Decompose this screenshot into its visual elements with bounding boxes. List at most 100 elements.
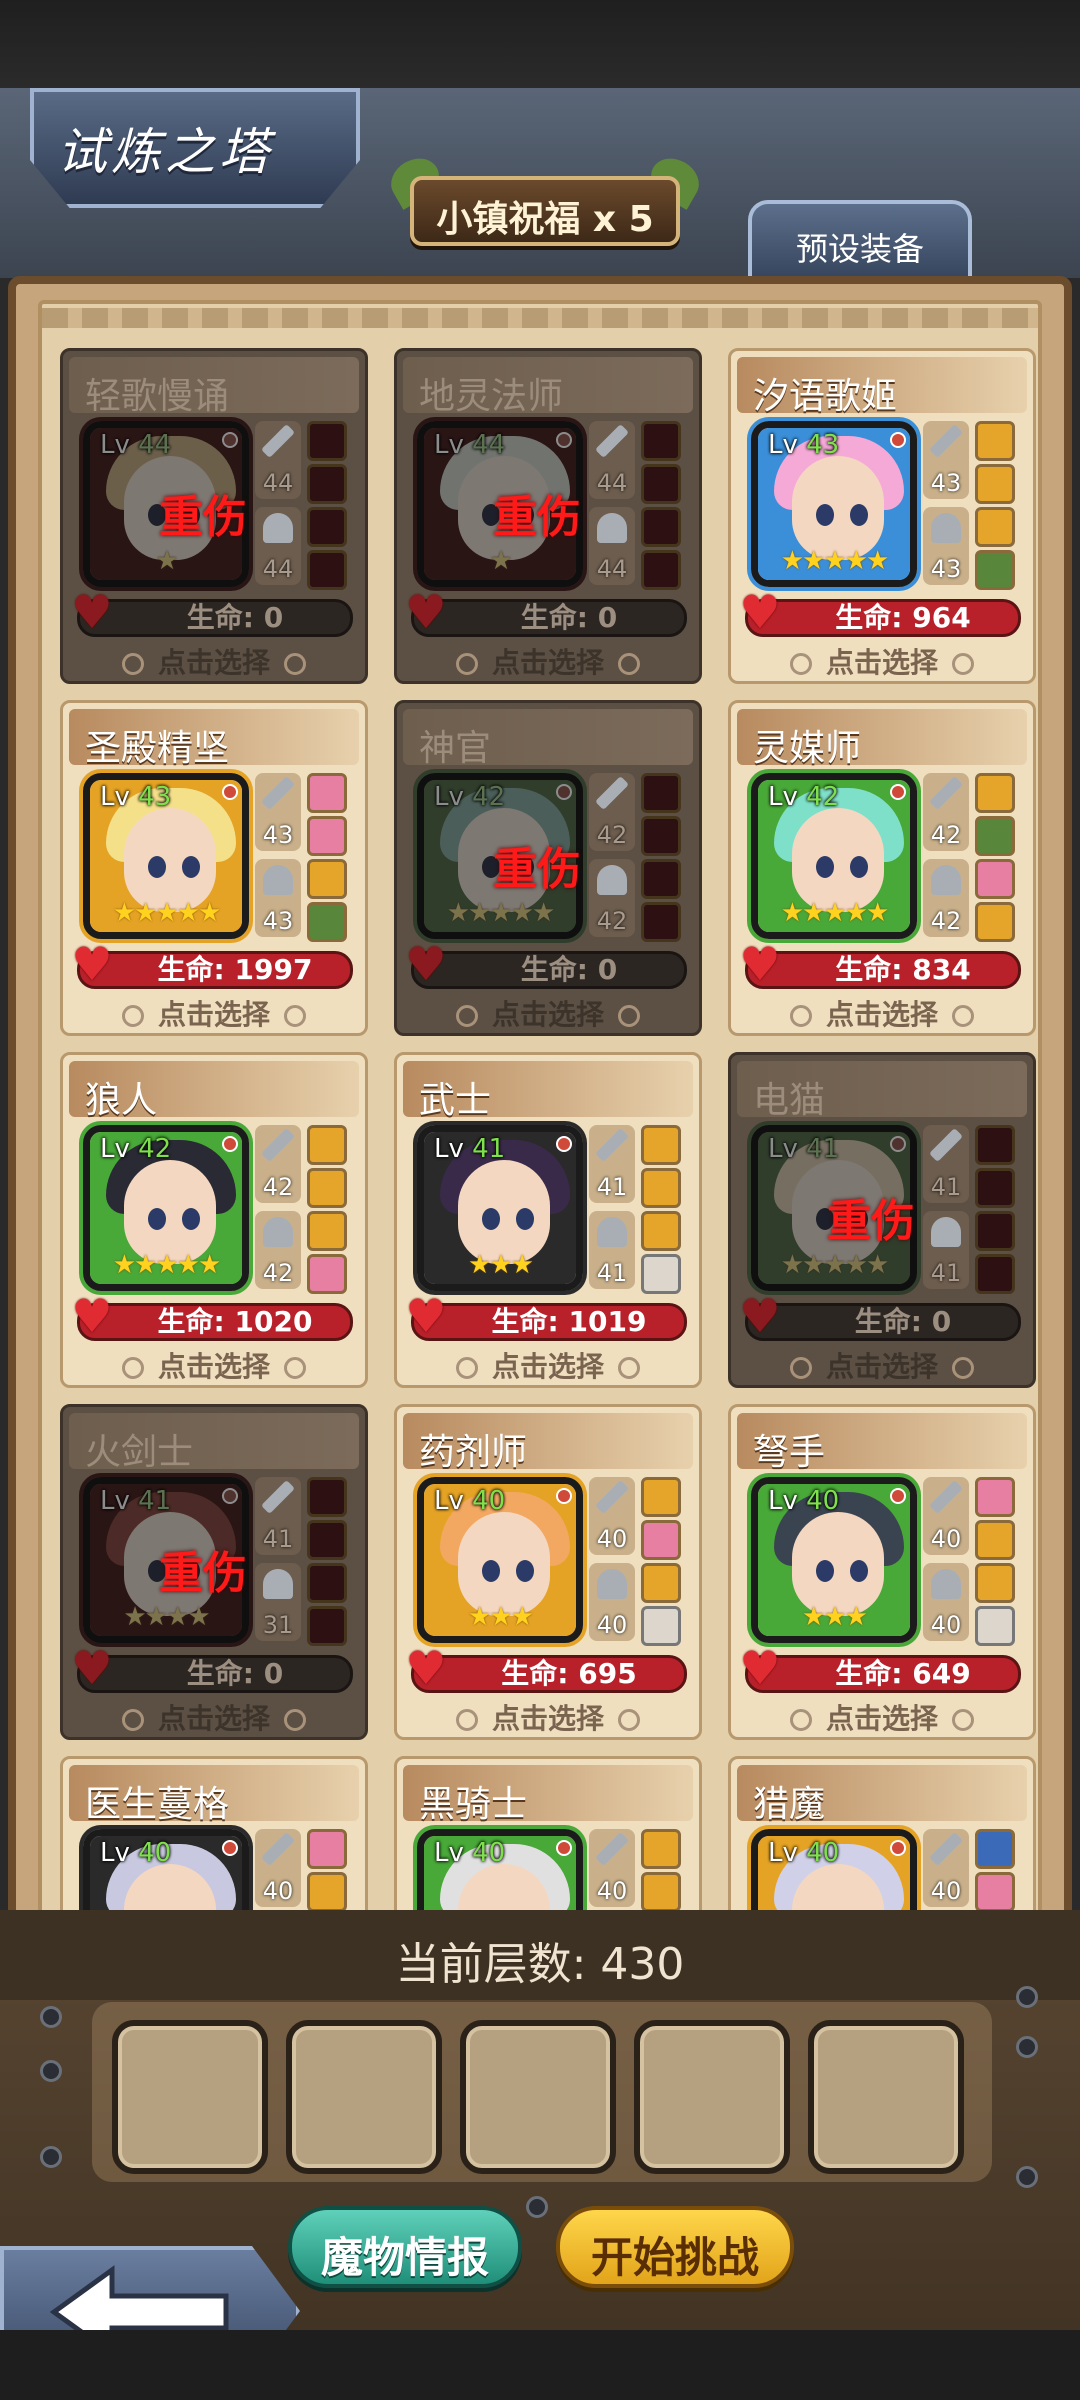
hero-card[interactable]: 地灵法师 Lv 44 ★ 重伤 44 44 生命: 0 ♥ 点击选择	[394, 348, 702, 684]
select-hero-button[interactable]: 点击选择	[63, 993, 365, 1033]
hero-card[interactable]: 火剑士 Lv 41 ★★★★ 重伤 41 31 生命: 0 ♥ 点击选择	[60, 1404, 368, 1740]
hero-card[interactable]: 药剂师 Lv 40 ★★★ 40 40 生命: 695 ♥ 点击选择	[394, 1404, 702, 1740]
heart-icon: ♥	[405, 1641, 447, 1695]
select-hero-button[interactable]: 点击选择	[731, 993, 1033, 1033]
select-hero-button[interactable]: 点击选择	[397, 1345, 699, 1385]
rune-icon	[975, 507, 1015, 547]
level-number: 40	[806, 1486, 840, 1516]
sword-icon	[595, 776, 629, 810]
circle-icon	[952, 653, 974, 675]
team-slot-3[interactable]	[460, 2020, 616, 2174]
circle-icon	[121, 1005, 144, 1027]
hero-card[interactable]: 猎魔 Lv 40 40 40	[728, 1756, 1036, 1916]
armor-slot: 42	[255, 1211, 301, 1289]
heart-icon: ♥	[71, 937, 113, 991]
team-slot-4[interactable]	[634, 2020, 790, 2174]
circle-icon	[789, 1005, 812, 1027]
circle-icon	[121, 653, 144, 675]
rune-icon	[641, 859, 681, 899]
hp-label: 生命: 695	[501, 1657, 637, 1690]
hero-name-bar: 医生蔓格	[69, 1765, 359, 1825]
select-hero-button[interactable]: 点击选择	[63, 641, 365, 681]
lock-icon	[641, 1254, 681, 1294]
select-hero-button[interactable]: 点击选择	[63, 1697, 365, 1737]
select-hero-button[interactable]: 点击选择	[397, 641, 699, 681]
hero-name-bar: 电猫	[737, 1061, 1027, 1121]
notification-dot	[556, 1488, 572, 1504]
level-prefix: Lv	[768, 782, 798, 812]
hero-name: 弩手	[753, 1432, 826, 1473]
select-hero-button[interactable]: 点击选择	[731, 1345, 1033, 1385]
heart-icon: ♥	[405, 1289, 447, 1343]
notification-dot	[556, 432, 572, 448]
hero-card[interactable]: 神官 Lv 42 ★★★★★ 重伤 42 42 生命: 0 ♥ 点击选择	[394, 700, 702, 1036]
armor-slot: 41	[923, 1211, 969, 1289]
armor-level: 42	[596, 907, 628, 935]
circle-icon	[618, 1357, 640, 1379]
notification-dot	[890, 784, 906, 800]
hero-level: Lv 40	[434, 1838, 505, 1868]
select-hero-button[interactable]: 点击选择	[731, 1697, 1033, 1737]
hero-card[interactable]: 圣殿精坚 Lv 43 ★★★★★ 43 43 生命: 1997 ♥ 点击选择	[60, 700, 368, 1036]
hp-label: 生命: 964	[835, 601, 971, 634]
portrait-eye	[816, 504, 834, 526]
team-slot-1[interactable]	[112, 2020, 268, 2174]
hero-level: Lv 40	[768, 1838, 839, 1868]
level-number: 42	[806, 782, 840, 812]
start-challenge-button[interactable]: 开始挑战	[556, 2206, 794, 2288]
select-hero-button[interactable]: 点击选择	[63, 1345, 365, 1385]
helmet-icon	[597, 1569, 627, 1599]
circle-icon	[284, 653, 306, 675]
team-slot-5[interactable]	[808, 2020, 964, 2174]
hero-card[interactable]: 狼人 Lv 42 ★★★★★ 42 42 生命: 1020 ♥ 点击选择	[60, 1052, 368, 1388]
hero-name-bar: 灵媒师	[737, 709, 1027, 769]
sword-icon	[261, 1128, 295, 1162]
rivet	[1016, 2166, 1038, 2188]
select-hero-button[interactable]: 点击选择	[397, 1697, 699, 1737]
hero-name: 灵媒师	[753, 728, 862, 769]
hero-card[interactable]: 医生蔓格 Lv 40 40 40	[60, 1756, 368, 1916]
armor-slot: 31	[255, 1563, 301, 1641]
hero-portrait: Lv 40	[83, 1829, 249, 1916]
rivet	[1016, 1986, 1038, 2008]
portrait-eye	[516, 1208, 534, 1230]
weapon-slot: 41	[923, 1125, 969, 1203]
team-slot-2[interactable]	[286, 2020, 442, 2174]
portrait-face	[124, 1160, 216, 1264]
notification-dot	[222, 1488, 238, 1504]
hero-list-area[interactable]: 轻歌慢诵 Lv 44 ★ 重伤 44 44 生命: 0 ♥ 点击选择 地灵法师 …	[38, 300, 1042, 1920]
level-prefix: Lv	[434, 1134, 464, 1164]
rune-icon	[307, 550, 347, 590]
injured-status: 重伤	[493, 492, 581, 543]
star-rating: ★★★★★	[112, 1250, 222, 1280]
hero-card[interactable]: 武士 Lv 41 ★★★ 41 41 生命: 1019 ♥ 点击选择	[394, 1052, 702, 1388]
monster-info-button[interactable]: 魔物情报	[288, 2206, 522, 2288]
hero-name-bar: 轻歌慢诵	[69, 357, 359, 417]
hero-card[interactable]: 灵媒师 Lv 42 ★★★★★ 42 42 生命: 834 ♥ 点击选择	[728, 700, 1036, 1036]
circle-icon	[455, 1709, 478, 1731]
select-hero-button[interactable]: 点击选择	[731, 641, 1033, 681]
rune-icon	[307, 421, 347, 461]
equipment-column: 42 42	[589, 773, 635, 943]
select-hero-button[interactable]: 点击选择	[397, 993, 699, 1033]
hero-card[interactable]: 汐语歌姬 Lv 43 ★★★★★ 43 43 生命: 964 ♥ 点击选择	[728, 348, 1036, 684]
hp-label: 生命: 1997	[157, 953, 313, 986]
level-prefix: Lv	[100, 430, 130, 460]
notification-dot	[222, 1840, 238, 1856]
weapon-level: 41	[930, 1173, 962, 1201]
rune-icon	[307, 1872, 347, 1912]
level-number: 41	[806, 1134, 840, 1164]
hero-card[interactable]: 黑骑士 Lv 40 40 40	[394, 1756, 702, 1916]
hero-portrait: Lv 40	[417, 1829, 583, 1916]
weapon-level: 40	[930, 1877, 962, 1905]
hero-card[interactable]: 轻歌慢诵 Lv 44 ★ 重伤 44 44 生命: 0 ♥ 点击选择	[60, 348, 368, 684]
hero-card[interactable]: 弩手 Lv 40 ★★★ 40 40 生命: 649 ♥ 点击选择	[728, 1404, 1036, 1740]
circle-icon	[952, 1005, 974, 1027]
weapon-slot: 43	[923, 421, 969, 499]
hero-level: Lv 42	[100, 1134, 171, 1164]
hero-card[interactable]: 电猫 Lv 41 ★★★★★ 重伤 41 41 生命: 0 ♥ 点击选择	[728, 1052, 1036, 1388]
rune-icon	[975, 1829, 1015, 1869]
heart-icon: ♥	[739, 1289, 781, 1343]
circle-icon	[789, 653, 812, 675]
preset-equipment-tab[interactable]: 预设装备	[748, 200, 972, 284]
